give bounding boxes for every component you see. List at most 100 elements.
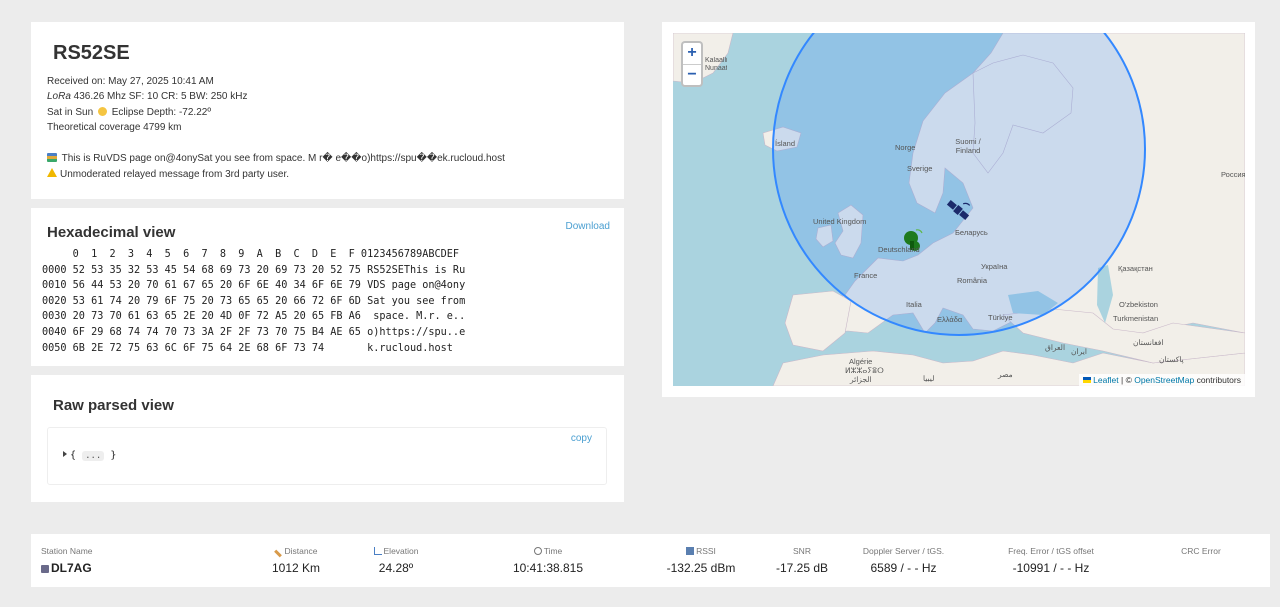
lora-label: LoRa xyxy=(47,91,71,102)
map-card: Ísland Norge Suomi / Finland Sverige Uni… xyxy=(662,22,1255,397)
freq-error-value: -10991 / - - Hz xyxy=(1012,561,1090,575)
ukraine-flag-icon xyxy=(1083,377,1092,383)
sun-icon xyxy=(97,107,107,116)
hex-row: 0000 52 53 35 32 53 45 54 68 69 73 20 69… xyxy=(42,264,466,276)
leaflet-link[interactable]: Leaflet xyxy=(1093,375,1119,385)
stat-rssi: RSSI -132.25 dBm xyxy=(656,546,746,575)
map-label: Türkiye xyxy=(988,313,1013,322)
distance-label: Distance xyxy=(261,546,331,558)
stat-time: Time 10:41:38.815 xyxy=(503,546,593,575)
brace-open: { xyxy=(70,450,77,461)
message-text: This is RuVDS page on@4onySat you see fr… xyxy=(61,153,505,164)
map-label: پاکستان xyxy=(1159,355,1184,364)
sat-in-sun-text: Sat in Sun xyxy=(47,107,94,118)
map-label: United Kingdom xyxy=(813,217,867,226)
station-name-label: Station Name xyxy=(41,546,93,556)
lora-params: LoRa 436.26 Mhz SF: 10 CR: 5 BW: 250 kHz xyxy=(47,91,247,102)
crc-error-label: CRC Error xyxy=(1181,546,1221,556)
map-label: Deutschland xyxy=(878,245,920,254)
antenna-icon xyxy=(41,565,49,573)
hex-row: 0020 53 61 74 20 79 6F 75 20 73 65 65 20… xyxy=(42,295,466,307)
hex-view-title: Hexadecimal view xyxy=(47,224,176,241)
distance-label-text: Distance xyxy=(284,546,318,556)
hex-row: 0010 56 44 53 20 70 61 67 65 20 6F 6E 40… xyxy=(42,280,466,292)
snr-label: SNR xyxy=(793,546,811,556)
map-label: Україна xyxy=(981,262,1008,271)
angle-icon xyxy=(373,547,382,555)
map-label: Algérie xyxy=(849,357,873,366)
warning-text: Unmoderated relayed message from 3rd par… xyxy=(60,169,289,180)
map-label: ليبيا xyxy=(923,374,935,383)
station-name-text: DL7AG xyxy=(51,561,92,575)
elevation-value: 24.28º xyxy=(378,561,414,575)
map-label: الجزائر xyxy=(850,375,872,384)
attr-separator: | © xyxy=(1118,375,1135,385)
rssi-value: -132.25 dBm xyxy=(666,561,736,575)
coverage-text: Theoretical coverage 4799 km xyxy=(47,122,182,133)
download-button[interactable]: Download xyxy=(566,221,610,232)
osm-link[interactable]: OpenStreetMap xyxy=(1134,375,1194,385)
map-label: Sverige xyxy=(907,164,933,173)
expand-triangle-icon[interactable] xyxy=(63,451,67,457)
stat-distance: Distance 1012 Km xyxy=(261,546,331,575)
map-label: Suomi / Finland xyxy=(955,137,981,155)
freq-error-label: Freq. Error / tGS offset xyxy=(1008,546,1094,556)
zoom-out-button[interactable]: − xyxy=(683,64,701,85)
time-value: 10:41:38.815 xyxy=(512,561,584,575)
map-label: مصر xyxy=(998,370,1013,379)
station-name-value: DL7AG xyxy=(41,561,93,575)
received-time: Received on: May 27, 2025 10:41 AM xyxy=(47,76,214,87)
signal-icon xyxy=(686,547,695,555)
copy-button[interactable]: copy xyxy=(571,433,592,444)
stat-crc: CRC Error xyxy=(1171,546,1231,561)
time-label-text: Time xyxy=(543,546,563,556)
stat-snr: SNR -17.25 dB xyxy=(767,546,837,575)
map-label: Қазақстан xyxy=(1118,264,1153,273)
map-label: افغانستان xyxy=(1133,338,1164,347)
station-stats-bar: Station Name DL7AG Distance 1012 Km Elev… xyxy=(31,534,1270,587)
map-label: Kalaallit Nunaat xyxy=(705,57,727,72)
distance-value: 1012 Km xyxy=(271,561,321,575)
stat-doppler: Doppler Server / tGS. 6589 / - - Hz xyxy=(851,546,956,575)
eclipse-depth: Eclipse Depth: -72.22º xyxy=(111,107,211,118)
stat-station: Station Name DL7AG xyxy=(41,546,93,575)
hex-row: 0050 6B 2E 72 75 63 6C 6F 75 64 2E 68 6F… xyxy=(42,342,453,354)
map-attribution: Leaflet | © OpenStreetMap contributors xyxy=(1079,374,1245,386)
map-label: France xyxy=(854,271,878,280)
json-viewer: copy { ... } xyxy=(47,427,607,485)
warning-line: Unmoderated relayed message from 3rd par… xyxy=(47,168,289,180)
map-label: Norge xyxy=(895,143,916,152)
hex-row: 0040 6F 29 68 74 74 70 73 3A 2F 2F 73 70… xyxy=(42,326,466,338)
snr-value: -17.25 dB xyxy=(775,561,829,575)
hex-header: 0 1 2 3 4 5 6 7 8 9 A B C D E F 01234567… xyxy=(42,249,460,260)
collapsed-ellipsis[interactable]: ... xyxy=(82,451,105,461)
hex-row: 0030 20 73 70 61 63 65 2E 20 4D 0F 72 A5… xyxy=(42,311,466,323)
message-line: This is RuVDS page on@4onySat you see fr… xyxy=(47,153,505,164)
map-label: ایران xyxy=(1071,347,1087,356)
zoom-in-button[interactable]: + xyxy=(683,43,701,64)
coverage-map[interactable]: Ísland Norge Suomi / Finland Sverige Uni… xyxy=(673,33,1245,386)
map-label: Italia xyxy=(906,300,922,309)
clock-icon xyxy=(533,547,542,555)
map-label: Turkmenistan xyxy=(1113,314,1159,323)
elevation-label: Elevation xyxy=(361,546,431,556)
lora-details: 436.26 Mhz SF: 10 CR: 5 BW: 250 kHz xyxy=(70,91,248,102)
stat-freq-error: Freq. Error / tGS offset -10991 / - - Hz xyxy=(996,546,1106,575)
hex-dump: 0 1 2 3 4 5 6 7 8 9 A B C D E F 01234567… xyxy=(42,247,465,356)
warning-icon xyxy=(47,168,57,177)
doppler-label: Doppler Server / tGS. xyxy=(862,546,945,556)
sun-status: Sat in Sun Eclipse Depth: -72.22º xyxy=(47,107,211,118)
map-label: العراق xyxy=(1045,343,1066,352)
ruler-icon xyxy=(274,549,283,558)
rssi-label: RSSI xyxy=(656,546,746,556)
brace-close: } xyxy=(110,450,117,461)
json-tree-root[interactable]: { ... } xyxy=(63,450,116,461)
attr-tail: contributors xyxy=(1194,375,1241,385)
zoom-control: + − xyxy=(681,41,703,87)
raw-parsed-card: Raw parsed view copy { ... } xyxy=(31,375,624,502)
doppler-value: 6589 / - - Hz xyxy=(870,561,937,575)
time-label: Time xyxy=(503,546,593,556)
stat-elevation: Elevation 24.28º xyxy=(361,546,431,575)
map-label: ⵍⵣⵣⴰⵢⴻⵔ xyxy=(845,366,884,375)
map-label: Ελλάδα xyxy=(937,315,963,324)
